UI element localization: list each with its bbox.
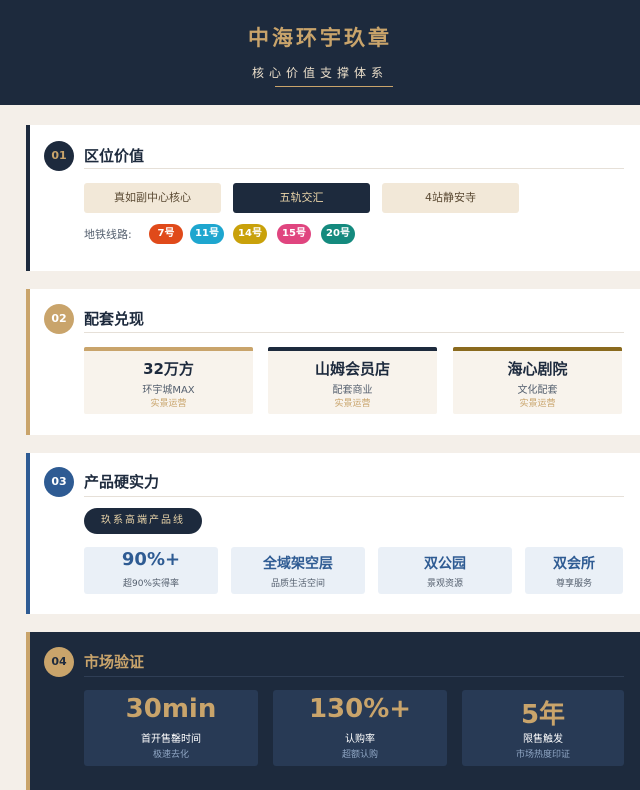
stat-label: 首开售罄时间 [141, 734, 201, 745]
section-divider [84, 676, 624, 677]
metro-line-badge: 7号 [149, 224, 183, 244]
location-tag: 4站静安寺 [382, 183, 519, 213]
section-number-badge: 02 [44, 304, 74, 334]
stat-value: 30min [125, 694, 217, 724]
stat-note: 市场热度印证 [515, 750, 570, 760]
market-stat-tile: 130%+ 认购率 超额认购 [273, 690, 447, 766]
feature-value: 双会所 [553, 556, 595, 572]
section-product-card: 03 产品硬实力 玖系高端产品线 90%+ 超90%实得率 全域架空层 品质生活… [26, 453, 640, 614]
stat-note: 极速去化 [152, 750, 189, 760]
metro-line-badge: 15号 [277, 224, 311, 244]
feature-label: 景观资源 [426, 579, 463, 589]
amenity-label: 文化配套 [517, 385, 558, 396]
section-title: 区位价值 [84, 147, 145, 165]
stat-label: 限售触发 [523, 734, 563, 745]
section-market-card: 04 市场验证 30min 首开售罄时间 极速去化 130%+ 认购率 超额认购… [26, 632, 640, 790]
product-feature-tile: 90%+ 超90%实得率 [84, 547, 218, 594]
market-stat-tile: 5年 限售触发 市场热度印证 [462, 690, 624, 766]
amenity-note: 实景运营 [150, 399, 187, 409]
section-number-badge: 01 [44, 141, 74, 171]
section-number-badge: 03 [44, 467, 74, 497]
feature-value: 90%+ [121, 549, 181, 570]
feature-label: 品质生活空间 [270, 579, 325, 589]
section-amenities-card: 02 配套兑现 32万方 环宇城MAX 实景运营 山姆会员店 配套商业 实景运营… [26, 289, 640, 435]
section-title: 市场验证 [84, 653, 145, 671]
amenity-value: 山姆会员店 [314, 360, 390, 378]
product-line-badge: 玖系高端产品线 [84, 508, 202, 534]
amenity-accent-line [268, 347, 437, 351]
metro-line-badge: 14号 [233, 224, 267, 244]
amenity-tile: 32万方 环宇城MAX 实景运营 [84, 347, 253, 414]
amenity-value: 32万方 [143, 360, 194, 378]
section-accent-bar [26, 453, 30, 614]
section-title: 产品硬实力 [84, 473, 160, 491]
section-number-badge: 04 [44, 647, 74, 677]
stat-note: 超额认购 [341, 750, 378, 760]
feature-value: 全域架空层 [263, 556, 333, 572]
amenity-accent-line [84, 347, 253, 351]
section-accent-bar [26, 289, 30, 435]
section-location-card: 01 区位价值 真如副中心核心 五轨交汇 4站静安寺 地铁线路: 7号 11号 … [26, 125, 640, 271]
amenity-accent-line [453, 347, 622, 351]
location-tag: 五轨交汇 [233, 183, 370, 213]
market-stat-tile: 30min 首开售罄时间 极速去化 [84, 690, 258, 766]
amenity-label: 配套商业 [332, 385, 373, 396]
amenity-tile: 山姆会员店 配套商业 实景运营 [268, 347, 437, 414]
product-feature-tile: 全域架空层 品质生活空间 [231, 547, 365, 594]
feature-label: 超90%实得率 [122, 579, 179, 589]
section-divider [84, 496, 624, 497]
section-divider [84, 168, 624, 169]
location-tag: 真如副中心核心 [84, 183, 221, 213]
stat-value: 130%+ [308, 694, 412, 724]
page-subtitle: 核心价值支撑体系 [251, 66, 388, 80]
amenity-note: 实景运营 [519, 399, 556, 409]
amenity-tile: 海心剧院 文化配套 实景运营 [453, 347, 622, 414]
amenity-note: 实景运营 [334, 399, 371, 409]
product-feature-tile: 双会所 尊享服务 [525, 547, 623, 594]
amenity-label: 环宇城MAX [142, 385, 195, 396]
metro-line-badge: 20号 [321, 224, 355, 244]
feature-label: 尊享服务 [555, 579, 592, 589]
feature-value: 双公园 [424, 556, 466, 572]
section-accent-bar [26, 125, 30, 271]
section-divider [84, 332, 624, 333]
amenity-value: 海心剧院 [507, 360, 568, 378]
section-title: 配套兑现 [84, 310, 145, 328]
stat-value: 5年 [520, 700, 566, 730]
section-accent-bar [26, 632, 30, 790]
metro-line-badge: 11号 [190, 224, 224, 244]
page-title: 中海环宇玖章 [248, 26, 392, 50]
metro-label: 地铁线路: [84, 228, 132, 241]
header-divider [275, 86, 393, 87]
product-feature-tile: 双公园 景观资源 [378, 547, 512, 594]
page-header: 中海环宇玖章 核心价值支撑体系 [0, 0, 640, 105]
stat-label: 认购率 [345, 734, 375, 745]
